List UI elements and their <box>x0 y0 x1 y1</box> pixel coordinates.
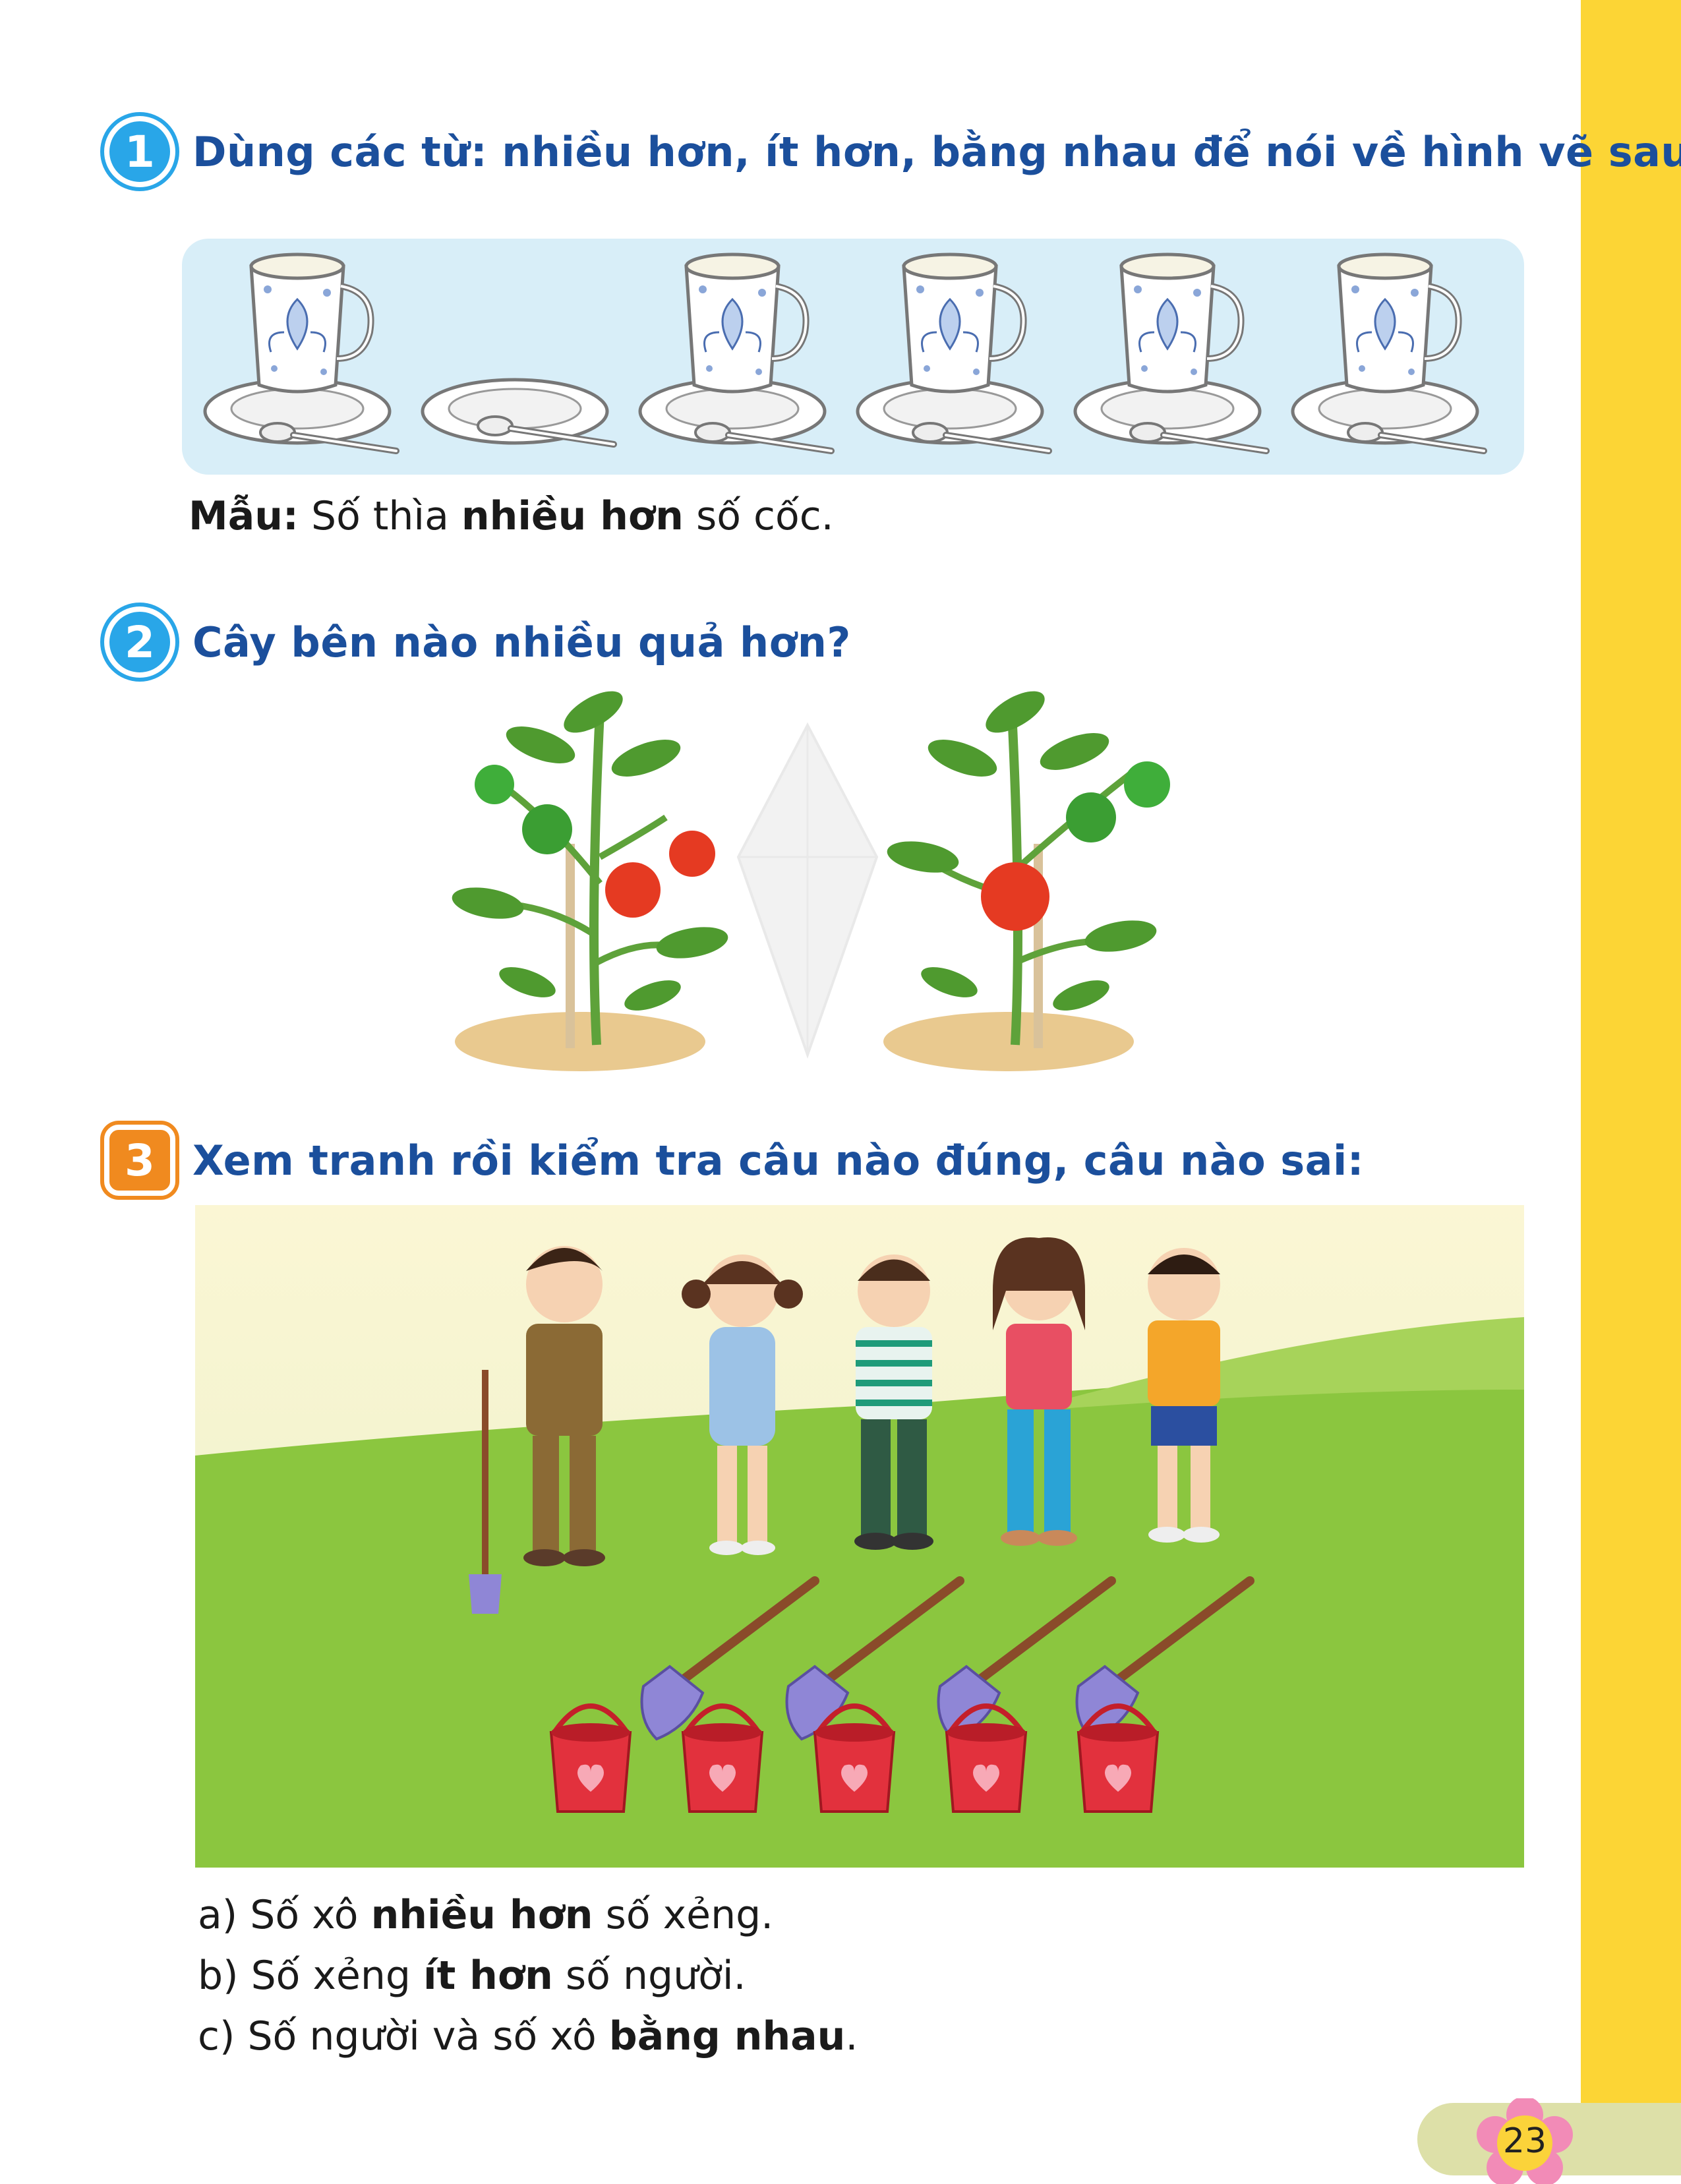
cup-set-4 <box>1075 254 1266 451</box>
sample-label: Mẫu: <box>189 493 299 539</box>
cup-set-3 <box>858 254 1049 451</box>
exercise-1-title: Dùng các từ: nhiều hơn, ít hơn, bằng nha… <box>192 127 1681 176</box>
saucer-with-spoon <box>423 380 614 444</box>
page-number: 23 <box>1502 2121 1547 2161</box>
answer-a: a) Số xô nhiều hơn số xẻng. <box>198 1892 773 1938</box>
exercise-1-heading: 1 Dùng các từ: nhiều hơn, ít hơn, bằng n… <box>104 116 1681 187</box>
exercise-1-number-badge: 1 <box>104 116 175 187</box>
green-tomato <box>475 765 514 804</box>
exercise-1-sample: Mẫu: Số thìa nhiều hơn số cốc. <box>189 493 834 539</box>
answer-b-post: số người. <box>565 1953 746 1999</box>
green-tomato <box>522 804 572 854</box>
answer-b: b) Số xẻng ít hơn số người. <box>198 1953 746 1999</box>
green-tomato <box>1124 761 1170 808</box>
right-tomato-plant <box>883 691 1170 1071</box>
exercise-2-heading: 2 Cây bên nào nhiều quả hơn? <box>104 606 851 678</box>
red-tomato <box>605 862 661 918</box>
cup-set-2 <box>640 254 831 451</box>
sample-text-bold: nhiều hơn <box>461 493 684 539</box>
answer-c: c) Số người và số xô bằng nhau. <box>198 2013 858 2059</box>
cup-set-1 <box>205 254 396 451</box>
answer-a-post: số xẻng. <box>605 1892 774 1938</box>
exercise-3-title: Xem tranh rồi kiểm tra câu nào đúng, câu… <box>192 1136 1365 1185</box>
sample-text-post: số cốc. <box>695 493 834 539</box>
red-tomato <box>669 831 715 877</box>
garden-scene-svg <box>195 1205 1524 1868</box>
left-tomato-plant <box>452 691 728 1071</box>
exercise-2-number-badge: 2 <box>104 606 175 678</box>
exercise-3-heading: 3 Xem tranh rồi kiểm tra câu nào đúng, c… <box>104 1125 1364 1196</box>
answer-b-bold: ít hơn <box>423 1953 553 1999</box>
cups-svg <box>182 239 1524 475</box>
red-tomato <box>981 862 1049 931</box>
sample-text-pre: Số thìa <box>310 493 449 539</box>
kite-watermark <box>736 722 879 1059</box>
page-side-bar <box>1581 0 1681 2175</box>
answer-a-pre: a) Số xô <box>198 1892 359 1938</box>
cup-set-5 <box>1293 254 1484 451</box>
answer-c-pre: c) Số người và số xô <box>198 2013 597 2059</box>
exercise-2-title: Cây bên nào nhiều quả hơn? <box>192 618 851 666</box>
answer-b-pre: b) Số xẻng <box>198 1953 411 1999</box>
answer-a-bold: nhiều hơn <box>370 1892 593 1938</box>
answer-c-bold: bằng nhau <box>608 2013 846 2059</box>
answer-c-post: . <box>845 2013 858 2059</box>
tomato-plants-illustration <box>452 691 1170 1071</box>
garden-scene <box>195 1205 1524 1868</box>
exercise-3-number-badge: 3 <box>104 1125 175 1196</box>
cups-illustration <box>182 239 1524 475</box>
green-tomato <box>1066 792 1116 842</box>
